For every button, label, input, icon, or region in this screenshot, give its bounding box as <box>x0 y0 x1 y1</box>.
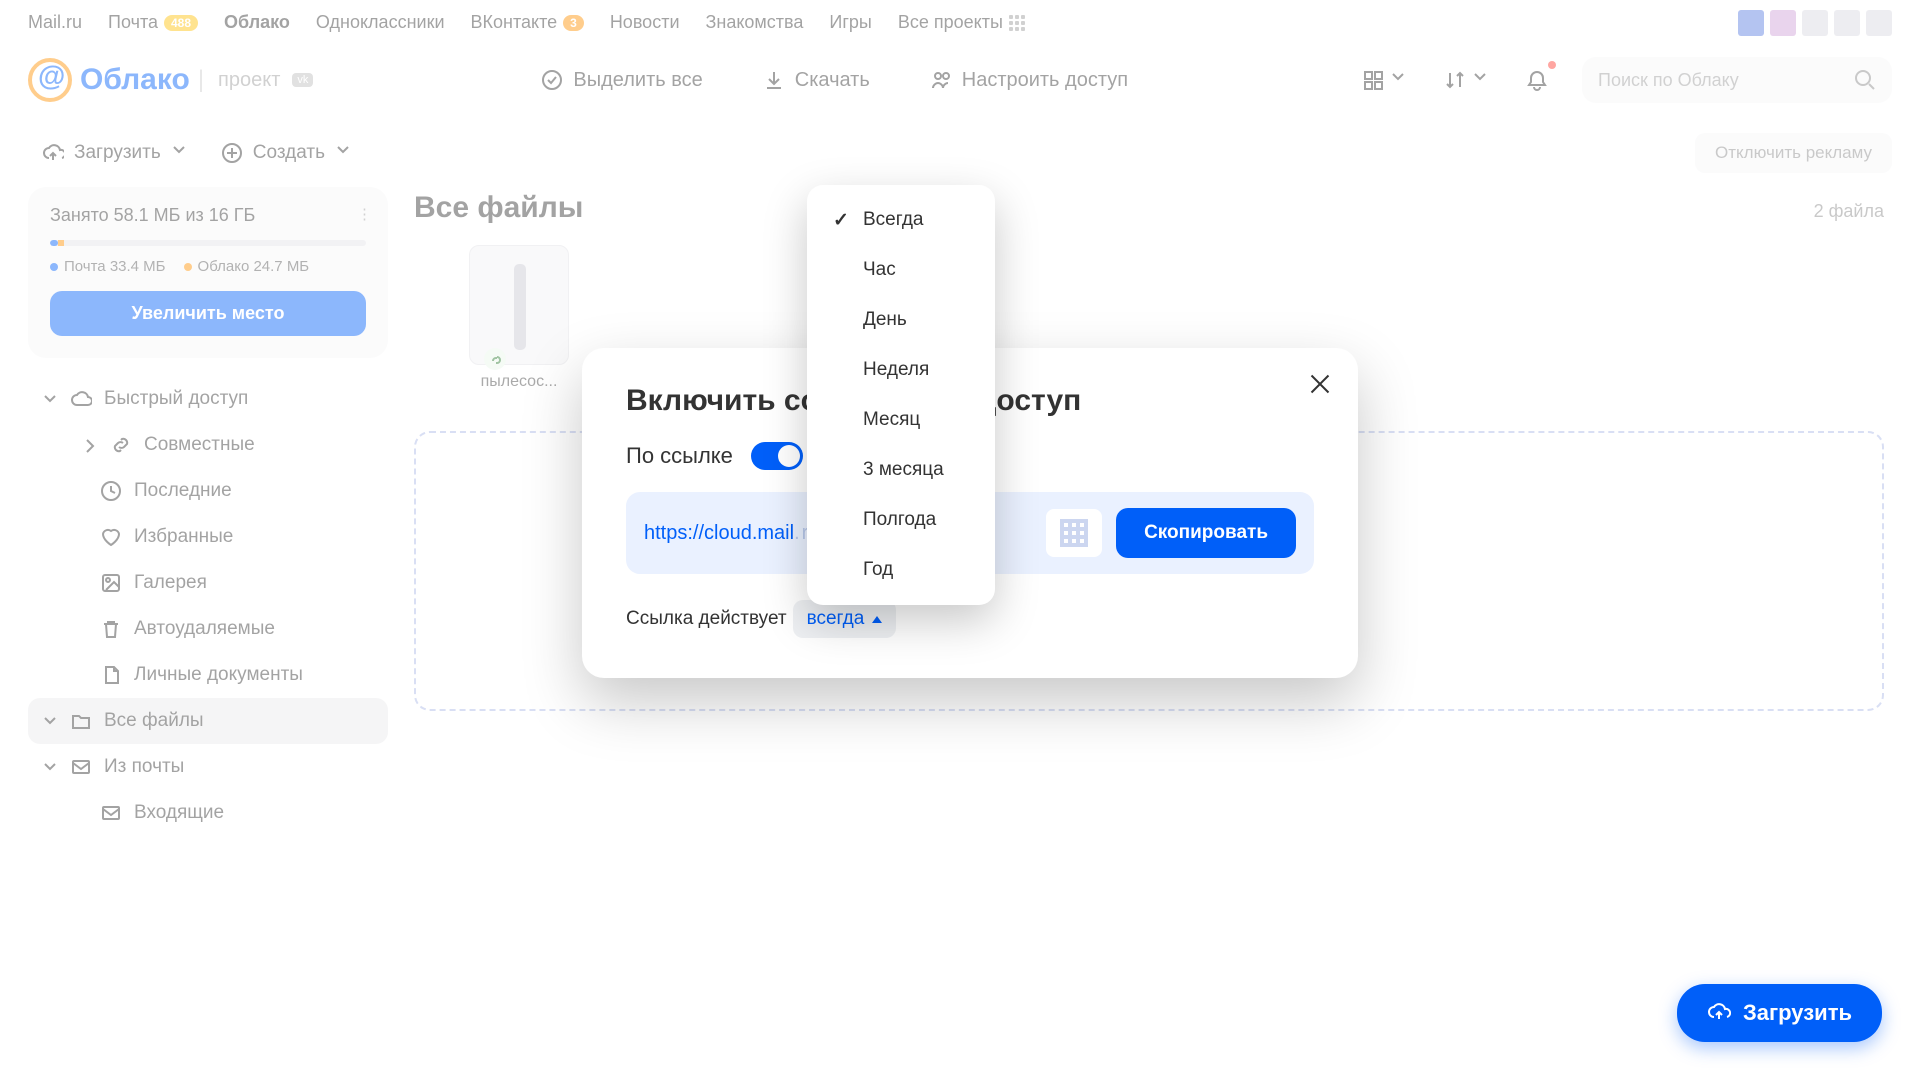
dd-item-month[interactable]: Месяц <box>807 395 995 445</box>
dd-item-halfyear[interactable]: Полгода <box>807 495 995 545</box>
dd-item-day[interactable]: День <box>807 295 995 345</box>
triangle-up-icon <box>872 616 882 623</box>
validity-selector[interactable]: всегда <box>793 600 897 638</box>
dd-item-year[interactable]: Год <box>807 545 995 595</box>
valid-label: Ссылка действует <box>626 608 787 630</box>
link-toggle[interactable] <box>751 442 803 470</box>
upload-fab[interactable]: Загрузить <box>1677 984 1882 1042</box>
dd-item-week[interactable]: Неделя <box>807 345 995 395</box>
copy-button[interactable]: Скопировать <box>1116 508 1296 558</box>
dd-item-3months[interactable]: 3 месяца <box>807 445 995 495</box>
dd-item-hour[interactable]: Час <box>807 245 995 295</box>
dd-item-always[interactable]: Всегда <box>807 195 995 245</box>
validity-dropdown: Всегда Час День Неделя Месяц 3 месяца По… <box>807 185 995 605</box>
close-button[interactable] <box>1306 370 1334 398</box>
cloud-upload-icon <box>1707 1001 1731 1025</box>
by-link-label: По ссылке <box>626 443 733 469</box>
qr-code-icon[interactable] <box>1046 509 1102 557</box>
